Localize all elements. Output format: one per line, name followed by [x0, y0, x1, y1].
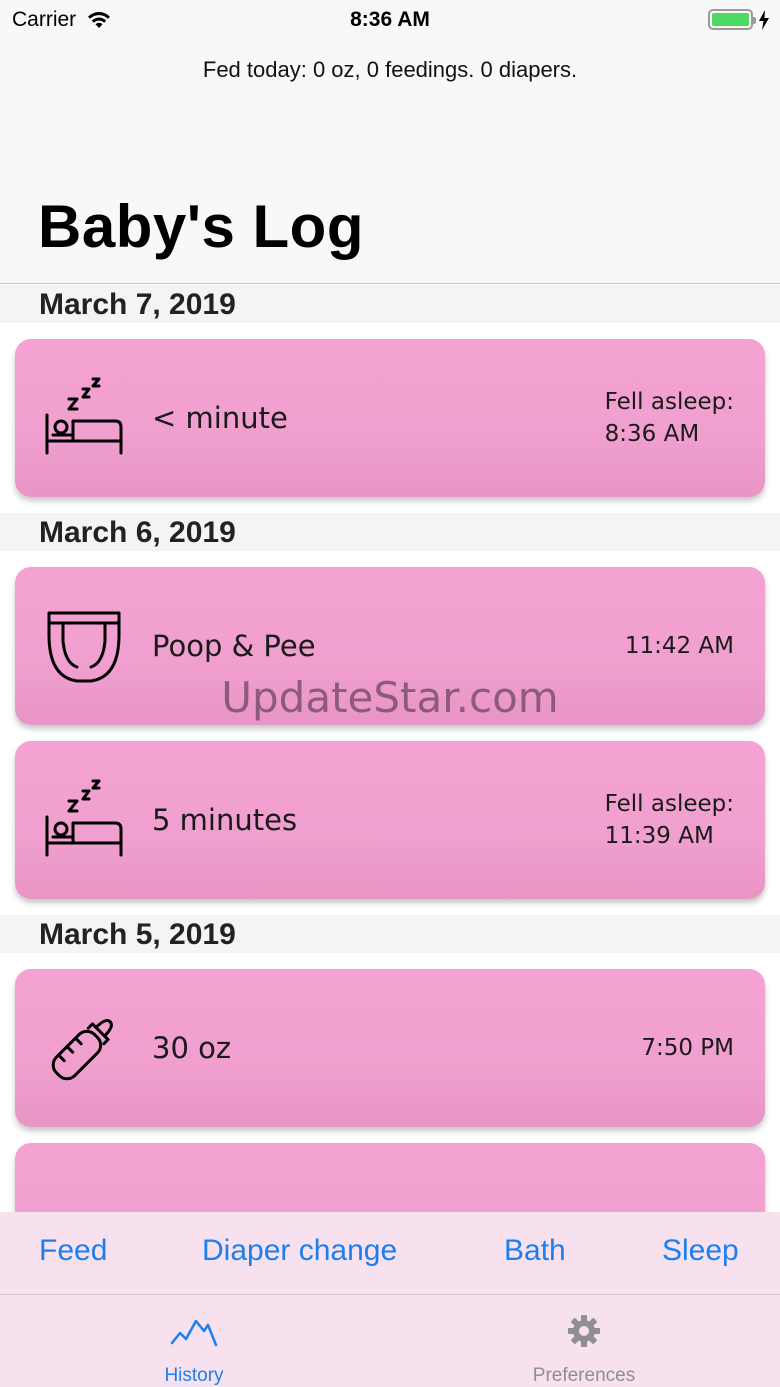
entry-label: 30 oz	[152, 1031, 232, 1065]
tab-preferences-label: Preferences	[532, 1365, 636, 1386]
sleep-icon	[45, 377, 123, 455]
log-entry-sleep[interactable]: < minute Fell asleep: 8:36 AM	[15, 339, 765, 497]
feed-button[interactable]: Feed	[39, 1234, 107, 1268]
status-bar: Carrier 8:36 AM	[0, 0, 780, 40]
entry-time: Fell asleep: 8:36 AM	[605, 339, 734, 497]
log-entry-feed[interactable]: 30 oz 7:50 PM	[15, 969, 765, 1127]
status-time: 8:36 AM	[350, 8, 430, 31]
sleep-button[interactable]: Sleep	[662, 1234, 739, 1268]
entry-time-value: 8:36 AM	[604, 421, 700, 447]
nav-header: Fed today: 0 oz, 0 feedings. 0 diapers. …	[0, 40, 780, 284]
log-list[interactable]: March 7, 2019 < minute Fell asleep: 8:36…	[0, 285, 780, 1301]
sleep-icon	[45, 779, 123, 857]
section-header-date: March 5, 2019	[0, 915, 780, 953]
battery-icon	[708, 9, 756, 30]
bath-button[interactable]: Bath	[504, 1234, 566, 1268]
entry-time: 7:50 PM	[641, 969, 734, 1127]
tab-bar: History Preferences	[0, 1294, 780, 1387]
page-title: Baby's Log	[38, 193, 364, 260]
entry-time: Fell asleep: 11:39 AM	[605, 741, 734, 899]
entry-label: 5 minutes	[152, 803, 298, 837]
entry-label: < minute	[152, 401, 288, 435]
charging-bolt-icon	[759, 9, 769, 30]
daily-summary: Fed today: 0 oz, 0 feedings. 0 diapers.	[202, 57, 578, 82]
entry-label: Poop & Pee	[152, 629, 316, 663]
entry-time-caption: Fell asleep:	[604, 389, 734, 415]
entry-time-value: 11:39 AM	[604, 823, 714, 849]
tab-history[interactable]: History	[94, 1295, 294, 1387]
log-entry-diaper[interactable]: Poop & Pee 11:42 AM	[15, 567, 765, 725]
gear-icon	[568, 1315, 600, 1347]
entry-time-value: 11:42 AM	[624, 633, 734, 659]
entry-time-value: 7:50 PM	[641, 1035, 734, 1061]
section-header-date: March 7, 2019	[0, 285, 780, 323]
section-header-date: March 6, 2019	[0, 513, 780, 551]
history-chart-icon	[170, 1319, 218, 1347]
quick-action-bar: Feed Diaper change Bath Sleep	[0, 1212, 780, 1294]
entry-time-caption: Fell asleep:	[604, 791, 734, 817]
diaper-icon	[47, 611, 121, 683]
battery-indicator	[708, 9, 770, 30]
bottle-icon	[51, 1019, 113, 1081]
entry-time: 11:42 AM	[625, 567, 734, 725]
tab-history-label: History	[164, 1365, 224, 1386]
log-entry-sleep[interactable]: 5 minutes Fell asleep: 11:39 AM	[15, 741, 765, 899]
tab-preferences[interactable]: Preferences	[484, 1295, 684, 1387]
diaper-change-button[interactable]: Diaper change	[202, 1234, 397, 1268]
